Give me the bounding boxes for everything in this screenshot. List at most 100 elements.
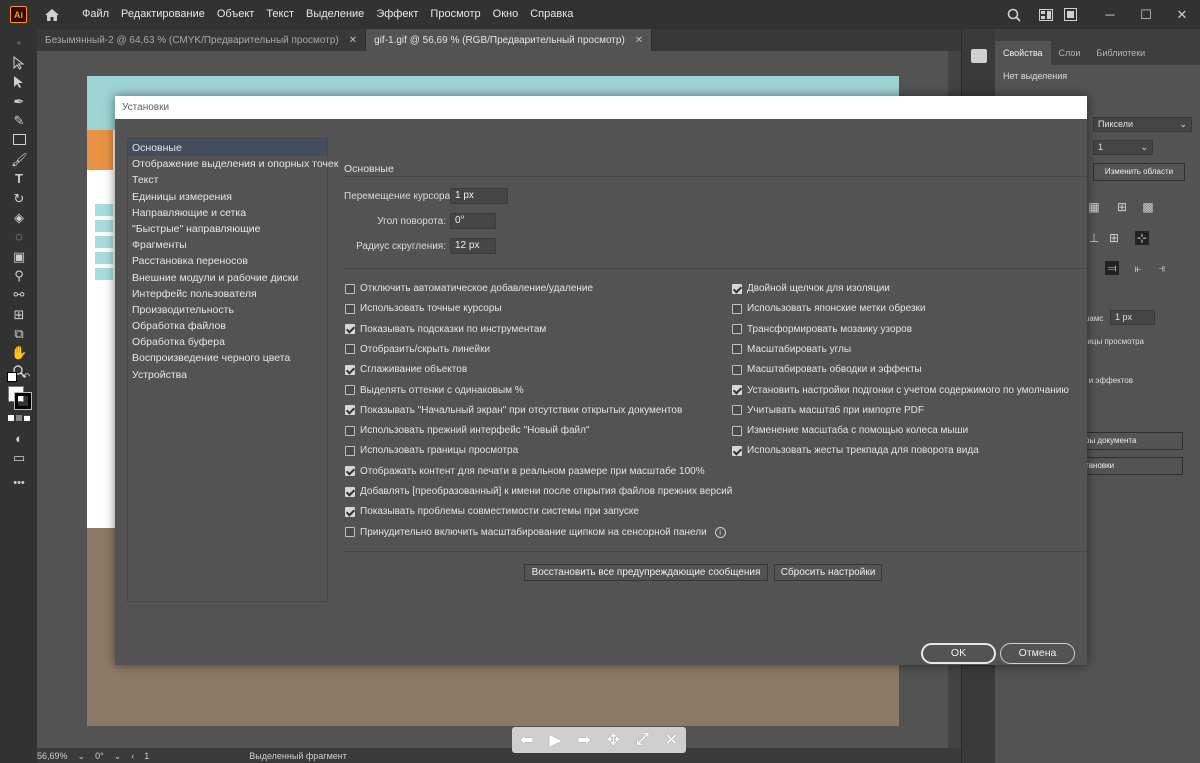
menu-item[interactable]: Объект [211, 0, 260, 29]
edit-artboards-button[interactable]: Изменить области [1093, 163, 1185, 181]
category-item[interactable]: Производительность [128, 302, 327, 318]
eraser-tool-icon[interactable]: ◈ [11, 210, 27, 226]
pen-tool-icon[interactable]: ✒ [11, 94, 27, 110]
menu-item[interactable]: Окно [487, 0, 525, 29]
checkbox[interactable] [345, 303, 355, 314]
option-checkbox-row[interactable]: Сглаживание объектов [345, 364, 467, 375]
draw-mode-icon[interactable]: ◐ [11, 431, 27, 447]
checkbox[interactable] [345, 364, 355, 375]
toolbar-grip-icon[interactable]: « [11, 35, 27, 51]
edit-toolbar-icon[interactable]: ••• [11, 475, 27, 491]
corner-radius-input[interactable]: 12 px [450, 238, 496, 254]
option-checkbox-row[interactable]: Использовать прежний интерфейс "Новый фа… [345, 425, 590, 436]
cancel-button[interactable]: Отмена [1000, 643, 1075, 664]
keyboard-increment-input[interactable]: 1 px [450, 188, 508, 204]
rotate-tool-icon[interactable]: ↻ [11, 191, 27, 207]
option-checkbox-row[interactable]: Двойной щелчок для изоляции [732, 283, 890, 294]
checkbox[interactable] [345, 527, 355, 538]
arrow-right-icon[interactable]: ➡ [577, 730, 590, 750]
category-item[interactable]: Единицы измерения [128, 189, 327, 205]
category-item[interactable]: Обработка файлов [128, 318, 327, 334]
category-item[interactable]: Фрагменты [128, 237, 327, 253]
workspace-icon[interactable] [1034, 0, 1058, 29]
category-item[interactable]: Направляющие и сетка [128, 205, 327, 221]
constrain-angle-input[interactable]: 0° [450, 213, 496, 229]
option-checkbox-row[interactable]: Использовать точные курсоры [345, 303, 502, 314]
chevron-down-icon[interactable]: ⌄ [114, 751, 122, 762]
option-checkbox-row[interactable]: Использовать жесты трекпада для поворота… [732, 445, 979, 456]
prev-artboard-icon[interactable]: ‹ [131, 751, 134, 761]
category-item[interactable]: Внешние модули и рабочие диски [128, 270, 327, 286]
menu-item[interactable]: Файл [76, 0, 115, 29]
home-icon[interactable] [44, 7, 60, 23]
resize-icon[interactable]: ⤢ [636, 731, 649, 749]
menu-item[interactable]: Справка [524, 0, 579, 29]
option-checkbox-row[interactable]: Показывать подсказки по инструментам [345, 324, 546, 335]
checkbox[interactable] [732, 344, 742, 355]
info-icon[interactable]: i [714, 526, 726, 538]
gradient-tool-icon[interactable]: ▣ [11, 249, 27, 265]
artboard-number[interactable]: 1 [144, 751, 149, 761]
panel-tab[interactable]: Библиотеки [1088, 41, 1153, 65]
option-checkbox-row[interactable]: Изменение масштаба с помощью колеса мыши [732, 425, 968, 436]
zoom-level[interactable]: 56,69% [37, 751, 68, 761]
grid-table-icon[interactable]: ⊞ [1115, 200, 1129, 214]
checkbox[interactable] [345, 344, 355, 355]
align-left-icon[interactable]: ⫤ [1105, 261, 1119, 275]
option-checkbox-row[interactable]: Использовать японские метки обрезки [732, 303, 926, 314]
move-icon[interactable]: ✥ [607, 730, 620, 750]
checkbox[interactable] [345, 445, 355, 456]
search-icon[interactable] [1002, 0, 1026, 29]
brush-tool-icon[interactable]: 🖌 [11, 152, 28, 168]
category-item[interactable]: Основные [128, 140, 327, 157]
menu-item[interactable]: Текст [260, 0, 300, 29]
close-icon[interactable]: ✕ [1164, 0, 1200, 29]
snap-pixel-icon[interactable]: ⊞ [1107, 231, 1121, 245]
option-checkbox-row[interactable]: Отображать контент для печати в реальном… [345, 466, 705, 477]
close-icon[interactable]: ✕ [349, 35, 357, 46]
option-checkbox-row[interactable]: Принудительно включить масштабирование щ… [345, 526, 726, 538]
maximize-icon[interactable]: ☐ [1128, 0, 1164, 29]
minimize-icon[interactable]: ─ [1092, 0, 1128, 29]
document-tab[interactable]: gif-1.gif @ 56,69 % (RGB/Предварительный… [366, 29, 653, 51]
category-item[interactable]: Устройства [128, 367, 327, 383]
checkbox[interactable] [732, 303, 742, 314]
chevron-down-icon[interactable]: ⌄ [78, 751, 86, 762]
checkbox[interactable] [345, 283, 355, 294]
curvature-tool-icon[interactable]: ✎ [11, 113, 27, 129]
rotation-value[interactable]: 0° [95, 751, 104, 761]
option-checkbox-row[interactable]: Показывать "Начальный экран" при отсутст… [345, 405, 682, 416]
checkbox[interactable] [732, 364, 742, 375]
checkbox[interactable] [345, 385, 355, 395]
category-item[interactable]: Интерфейс пользователя [128, 286, 327, 302]
checkbox[interactable] [345, 425, 355, 436]
option-checkbox-row[interactable]: Масштабировать углы [732, 344, 851, 355]
category-item[interactable]: Отображение выделения и опорных точек [128, 156, 338, 172]
swap-colors-icon[interactable]: ↶ [22, 372, 30, 383]
type-tool-icon[interactable]: T [11, 171, 27, 187]
category-item[interactable]: Воспроизведение черного цвета [128, 350, 327, 366]
menu-item[interactable]: Выделение [300, 0, 370, 29]
menu-item[interactable]: Редактирование [115, 0, 211, 29]
close-icon[interactable]: ✕ [665, 730, 678, 750]
reset-warnings-button[interactable]: Восстановить все предупреждающие сообщен… [524, 564, 768, 581]
rectangle-tool-icon[interactable] [11, 133, 27, 149]
option-checkbox-row[interactable]: Показывать проблемы совместимости систем… [345, 506, 639, 517]
play-icon[interactable]: ▶ [549, 730, 561, 750]
document-tab[interactable]: Безымянный-2 @ 64,63 % (CMYK/Предварител… [37, 29, 367, 51]
grid-icon[interactable]: ▦ [1087, 200, 1101, 214]
option-checkbox-row[interactable]: Установить настройки подгонки с учетом с… [732, 385, 1069, 396]
category-item[interactable]: Расстановка переносов [128, 253, 327, 269]
menu-item[interactable]: Эффект [370, 0, 424, 29]
checkbox[interactable] [732, 324, 742, 335]
menu-item[interactable]: Просмотр [424, 0, 486, 29]
checkbox[interactable] [732, 283, 742, 294]
none-mode-icon[interactable] [24, 415, 30, 421]
arrow-left-icon[interactable]: ⬅ [520, 730, 533, 750]
option-checkbox-row[interactable]: Учитывать масштаб при импорте PDF [732, 405, 924, 416]
ok-button[interactable]: OK [921, 643, 996, 664]
checkbox[interactable] [732, 445, 742, 456]
checkbox[interactable] [732, 425, 742, 436]
snap-icon[interactable]: ⊥ [1087, 231, 1101, 245]
align-right-icon[interactable]: ⫣ [1155, 261, 1169, 275]
